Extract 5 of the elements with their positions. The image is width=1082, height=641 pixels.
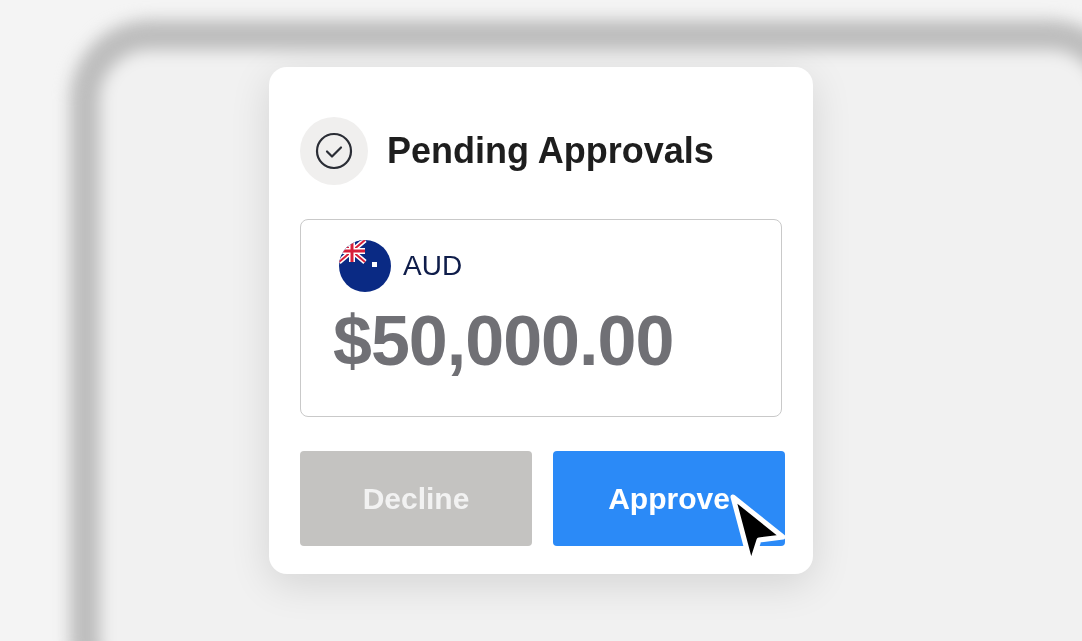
approve-button[interactable]: Approve bbox=[553, 451, 785, 546]
amount-value: $50,000.00 bbox=[333, 306, 675, 376]
australia-flag-icon bbox=[339, 240, 391, 292]
currency-code: AUD bbox=[403, 249, 463, 283]
card-title: Pending Approvals bbox=[387, 129, 714, 173]
